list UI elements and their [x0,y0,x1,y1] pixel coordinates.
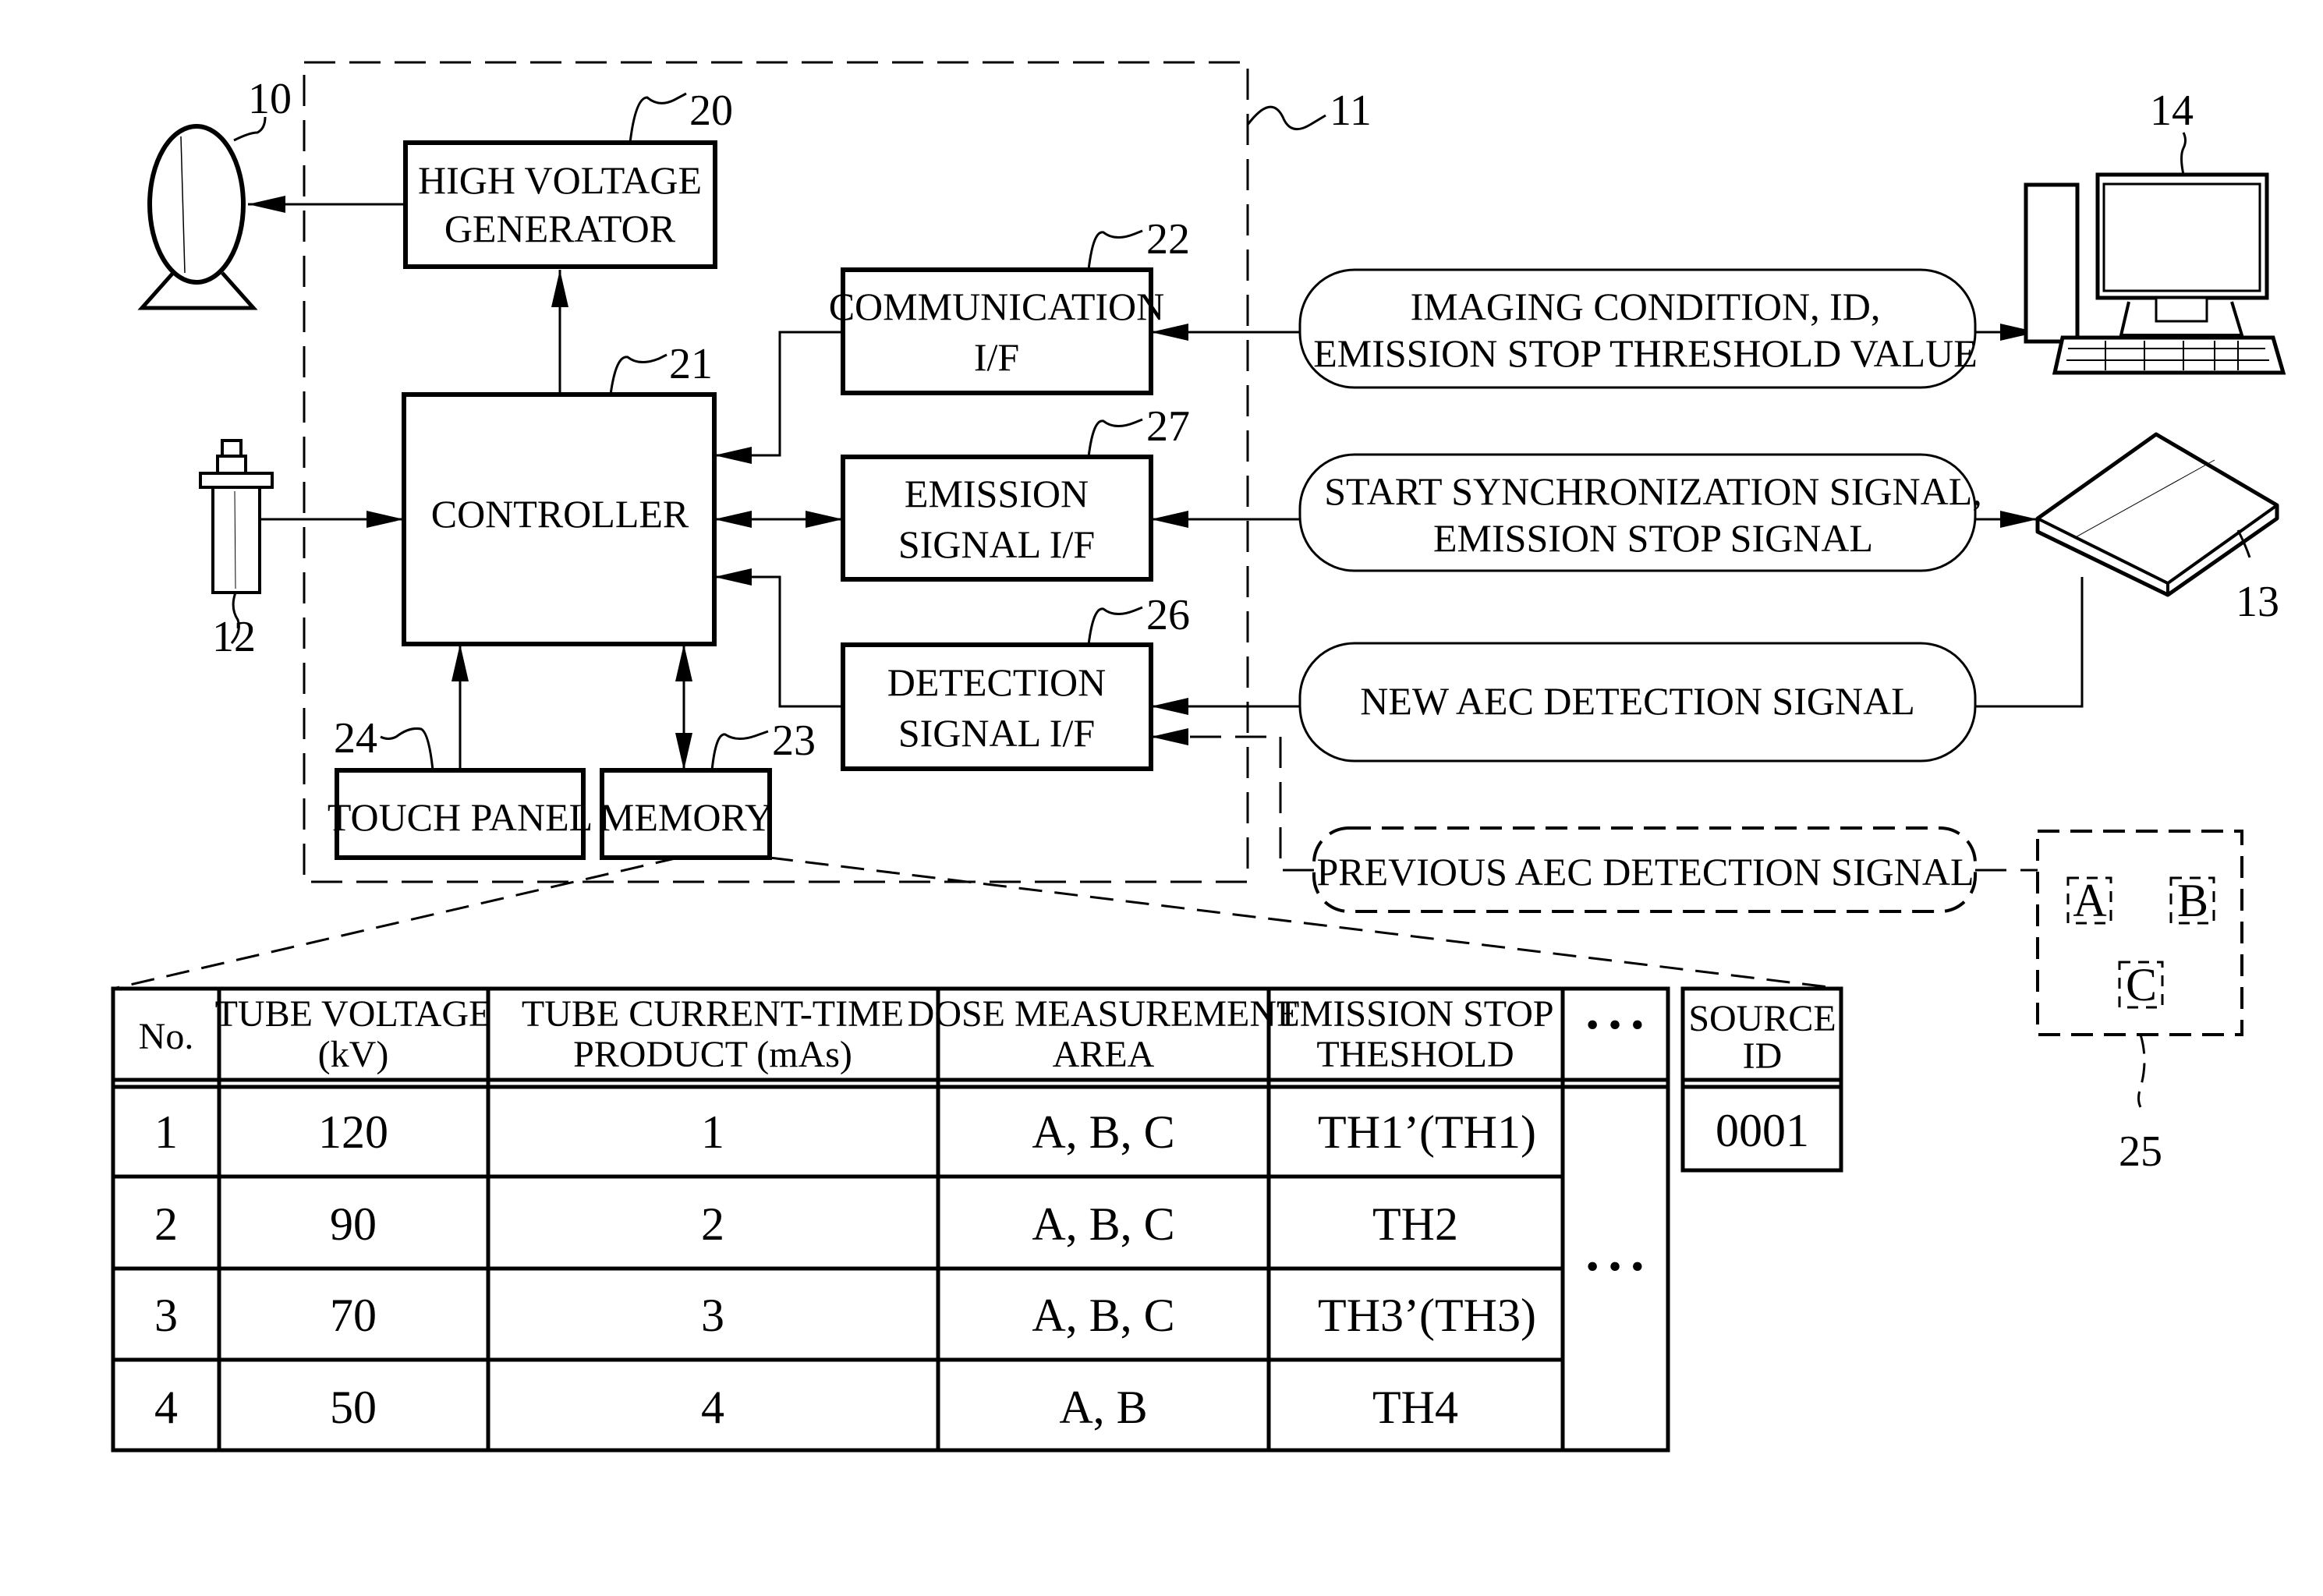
console-computer-icon: 14 [2024,87,2286,375]
imaging-condition-table: No. TUBE VOLTAGE (kV) TUBE CURRENT-TIME … [111,986,1670,1453]
table-row: 1 120 1 A, B, C TH1’(TH1) [154,1106,1536,1158]
detection-if-label-1: DETECTION [887,660,1107,704]
touch-panel-label: TOUCH PANEL [328,795,593,839]
xray-source-icon: 10 [137,75,292,310]
header-dose-area-2: AREA [1053,1034,1155,1075]
start-sync-text-2: EMISSION STOP SIGNAL [1433,516,1873,560]
ref-label-10: 10 [248,75,292,123]
aec-areas-frame: A B C 25 [2036,830,2243,1176]
detection-signal-if-block: DETECTION SIGNAL I/F 26 [841,591,1190,771]
table-header-row: No. TUBE VOLTAGE (kV) TUBE CURRENT-TIME … [139,993,1645,1075]
cell-area: A, B, C [1032,1106,1174,1158]
header-dose-area-1: DOSE MEASUREMENT [908,993,1300,1035]
cell-kv: 50 [330,1382,377,1433]
cell-kv: 70 [330,1290,377,1341]
ref-label-25: 25 [2119,1127,2162,1176]
cell-kv: 120 [318,1106,388,1158]
high-voltage-generator-block: HIGH VOLTAGE GENERATOR 20 [403,87,733,269]
signal-imaging-condition: IMAGING CONDITION, ID, EMISSION STOP THR… [1298,268,1978,389]
emission-if-label-1: EMISSION [905,472,1089,515]
cell-mas: 3 [701,1290,724,1341]
cell-threshold: TH1’(TH1) [1318,1106,1536,1158]
ref-label-14: 14 [2150,87,2194,135]
aec-area-b: B [2177,875,2208,926]
emission-switch-icon: 12 [199,439,274,661]
table-row: 4 50 4 A, B TH4 [154,1382,1458,1433]
ref-label-26: 26 [1146,591,1190,639]
system-block-diagram: 11 10 HIGH VOLTAGE GENERATOR 20 CONTROLL… [111,61,2286,1453]
table-row: 2 90 2 A, B, C TH2 [154,1198,1458,1250]
aec-area-a: A [2073,875,2106,926]
ref-label-27: 27 [1146,402,1190,451]
cassette-to-new-aec-line [1975,577,2084,708]
cell-mas: 1 [701,1106,724,1158]
cell-mas: 4 [701,1382,724,1433]
ref-label-12: 12 [212,613,256,661]
ref-label-13: 13 [2236,578,2279,626]
ref-label-23: 23 [772,717,816,765]
source-id-header-2: ID [1743,1035,1783,1077]
emission-signal-if-block: EMISSION SIGNAL I/F 27 [841,402,1190,582]
cell-area: A, B, C [1032,1290,1174,1341]
header-tube-voltage-2: (kV) [318,1034,389,1075]
signal-new-aec: NEW AEC DETECTION SIGNAL [1298,642,1977,763]
header-threshold-2: THESHOLD [1316,1034,1514,1075]
hv-generator-label-1: HIGH VOLTAGE [418,158,702,202]
ref-label-22: 22 [1146,215,1190,264]
signal-start-sync: START SYNCHRONIZATION SIGNAL, EMISSION S… [1298,453,1982,572]
imaging-condition-text-1: IMAGING CONDITION, ID, [1411,285,1881,328]
table-row: 3 70 3 A, B, C TH3’(TH3) [154,1290,1536,1341]
source-id-header-1: SOURCE [1688,998,1836,1039]
previous-aec-text: PREVIOUS AEC DETECTION SIGNAL [1316,850,1974,894]
imaging-condition-text-2: EMISSION STOP THRESHOLD VALUE [1313,331,1978,375]
ref-label-20: 20 [689,87,733,135]
cell-no: 4 [154,1382,178,1433]
header-mas-1: TUBE CURRENT-TIME [522,993,904,1035]
cell-area: A, B [1059,1382,1147,1433]
cell-threshold: TH4 [1372,1382,1458,1433]
header-tube-voltage-1: TUBE VOLTAGE [215,993,492,1035]
cell-kv: 90 [330,1198,377,1250]
header-threshold-1: EMISSION STOP [1277,993,1553,1035]
source-id-table: SOURCE ID 0001 [1680,986,1843,1173]
comm-to-controller-line [714,331,843,464]
cell-threshold: TH2 [1372,1198,1458,1250]
header-no: No. [139,1016,194,1057]
table-ellipsis: • • • [1586,1246,1644,1287]
ref-label-21: 21 [669,340,713,388]
ref-label-24: 24 [334,714,377,763]
controller-label: CONTROLLER [431,492,689,536]
cell-no: 3 [154,1290,178,1341]
cell-mas: 2 [701,1198,724,1250]
detection-if-label-2: SIGNAL I/F [898,711,1095,755]
cell-threshold: TH3’(TH3) [1318,1290,1536,1341]
start-sync-text-1: START SYNCHRONIZATION SIGNAL, [1324,469,1981,513]
header-ellipsis: • • • [1586,1004,1644,1046]
electronic-cassette-icon: 13 [2035,432,2279,626]
source-id-value: 0001 [1716,1105,1809,1156]
signal-previous-aec: PREVIOUS AEC DETECTION SIGNAL [1312,826,1977,913]
comm-if-label-2: I/F [974,335,1019,379]
cell-no: 2 [154,1198,178,1250]
memory-label: MEMORY [600,795,773,839]
memory-block: MEMORY 23 [600,717,816,860]
ref-label-11: 11 [1330,87,1372,135]
cell-area: A, B, C [1032,1198,1174,1250]
communication-if-block: COMMUNICATION I/F 22 [829,215,1190,395]
emission-if-label-2: SIGNAL I/F [898,522,1095,566]
comm-if-label-1: COMMUNICATION [829,285,1165,328]
aec-area-c: C [2126,959,2157,1010]
memory-projection-left [112,856,679,990]
detection-to-controller-line [714,568,843,708]
header-mas-2: PRODUCT (mAs) [573,1034,852,1075]
cell-no: 1 [154,1106,178,1158]
previous-aec-to-detection-if-line [1151,728,1314,872]
new-aec-text: NEW AEC DETECTION SIGNAL [1360,679,1915,723]
hv-generator-label-2: GENERATOR [444,207,676,250]
